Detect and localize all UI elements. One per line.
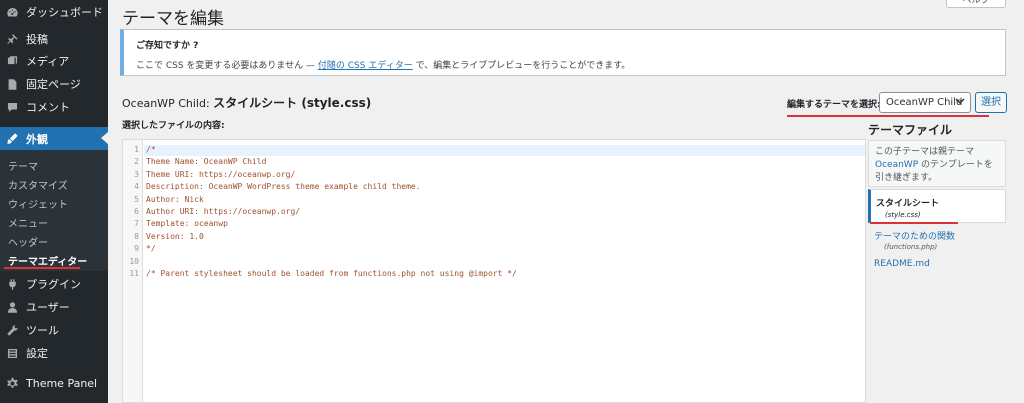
submenu-customize[interactable]: カスタマイズ [8,177,68,192]
notice-title: ご存知ですか ? [136,41,199,51]
menu-media[interactable]: メディア [0,50,108,72]
line-number: 1 [134,145,139,154]
line-number: 9 [134,244,139,254]
line-number: 5 [134,194,139,204]
highlight-underline [870,222,958,224]
submenu-widgets[interactable]: ウィジェット [8,196,68,211]
code-line: Template: oceanwp [146,219,228,229]
help-tab-button[interactable]: ヘルプ [946,0,1006,8]
code-line: Author URI: https://oceanwp.org/ [146,207,301,216]
file-path: (style.css) [885,211,921,219]
menu-theme-panel[interactable]: Theme Panel [0,372,108,394]
menu-label: ツール [26,324,59,337]
settings-icon [5,346,19,360]
highlight-underline [4,267,80,269]
code-line: Theme Name: OceanWP Child [146,157,267,167]
file-item-readme[interactable]: README.md [874,259,930,269]
pin-icon [5,32,19,46]
theme-select[interactable]: OceanWP Child [879,92,971,113]
code-line: Author: Nick [146,194,204,204]
line-number: 10 [129,256,139,266]
submenu-menus[interactable]: メニュー [8,215,48,230]
notice-text-after: で、編集とライブプレビューを行うことができます。 [412,61,631,71]
appearance-submenu: テーマ カスタマイズ ウィジェット メニュー ヘッダー テーマエディター [0,150,108,271]
notice-text-before: ここで CSS を変更する必要はありません — [136,61,318,71]
admin-sidebar: ダッシュボード 投稿 メディア 固定ページ コメント 外観 テーマ カスタマイズ… [0,0,108,403]
code-line: Description: OceanWP WordPress theme exa… [146,182,421,192]
theme-files-heading: テーマファイル [868,123,953,137]
menu-label: Theme Panel [26,376,98,390]
line-number: 8 [134,231,139,241]
comment-icon [5,100,19,114]
menu-appearance[interactable]: 外観 [0,127,108,150]
menu-label: 投稿 [26,33,48,46]
menu-label: コメント [26,101,70,114]
menu-posts[interactable]: 投稿 [0,28,108,50]
code-line: /* [146,145,156,154]
menu-tools[interactable]: ツール [0,319,108,341]
menu-label: 外観 [26,132,48,146]
submenu-themes[interactable]: テーマ [8,158,38,173]
theme-name: OceanWP Child: [122,97,210,110]
menu-settings[interactable]: 設定 [0,342,108,364]
menu-label: ユーザー [26,301,70,314]
file-title: スタイルシート (style.css) [213,96,372,110]
selected-theme: OceanWP Child [886,97,963,108]
menu-plugins[interactable]: プラグイン [0,273,108,295]
active-line-highlight [144,145,865,156]
theme-files-description: この子テーマは親テーマ OceanWP のテンプレートを引き継ぎます。 [868,140,1006,187]
user-icon [5,300,19,314]
submenu-header[interactable]: ヘッダー [8,234,48,249]
code-line: /* Parent stylesheet should be loaded fr… [146,269,517,278]
css-editor-link[interactable]: 付随の CSS エディター [318,61,413,71]
line-number: 7 [134,219,139,229]
brush-icon [5,132,19,146]
code-line: */ [146,244,156,254]
file-name: スタイルシート [876,199,940,209]
notice-text: ここで CSS を変更する必要はありません — 付随の CSS エディター で、… [136,58,630,71]
line-number: 4 [134,182,139,192]
menu-label: メディア [26,55,70,68]
code-line: Version: 1.0 [146,231,204,241]
dashboard-icon [5,5,19,19]
line-number: 11 [129,269,139,278]
submenu-theme-editor[interactable]: テーマエディター [8,253,87,268]
file-item-style-css[interactable]: スタイルシート (style.css) [868,189,1006,223]
menu-label: 固定ページ [26,78,81,91]
line-number: 6 [134,207,139,216]
file-heading: OceanWP Child: スタイルシート (style.css) [122,94,371,111]
select-button[interactable]: 選択 [975,92,1007,113]
page-icon [5,77,19,91]
highlight-underline [787,115,989,117]
theme-select-label: 編集するテーマを選択: [787,100,881,110]
menu-users[interactable]: ユーザー [0,296,108,318]
gear-icon [5,376,19,390]
plugin-icon [5,277,19,291]
file-item-functions-php[interactable]: テーマのための関数 [874,229,955,242]
chevron-down-icon [955,98,965,105]
desc-before: この子テーマは親テーマ [875,147,975,157]
parent-theme-link[interactable]: OceanWP [875,160,918,170]
menu-label: ダッシュボード [26,6,103,19]
menu-label: プラグイン [26,278,81,291]
code-line: Theme URI: https://oceanwp.org/ [146,169,296,179]
menu-comments[interactable]: コメント [0,96,108,118]
menu-dashboard[interactable]: ダッシュボード [0,1,108,23]
menu-label: 設定 [26,347,48,360]
info-notice: ご存知ですか ? ここで CSS を変更する必要はありません — 付随の CSS… [120,29,1006,76]
line-number-gutter: 1 2 3 4 5 6 7 8 9 10 11 [123,140,143,402]
code-editor[interactable]: 1 2 3 4 5 6 7 8 9 10 11 /* Theme Name: OceanWP Chil… [122,139,866,403]
content-label: 選択したファイルの内容: [122,121,225,131]
menu-pages[interactable]: 固定ページ [0,73,108,95]
wrench-icon [5,323,19,337]
media-icon [5,54,19,68]
line-number: 3 [134,169,139,179]
file-path: (functions.php) [884,243,938,251]
page-title: テーマを編集 [122,9,224,29]
line-number: 2 [134,157,139,167]
